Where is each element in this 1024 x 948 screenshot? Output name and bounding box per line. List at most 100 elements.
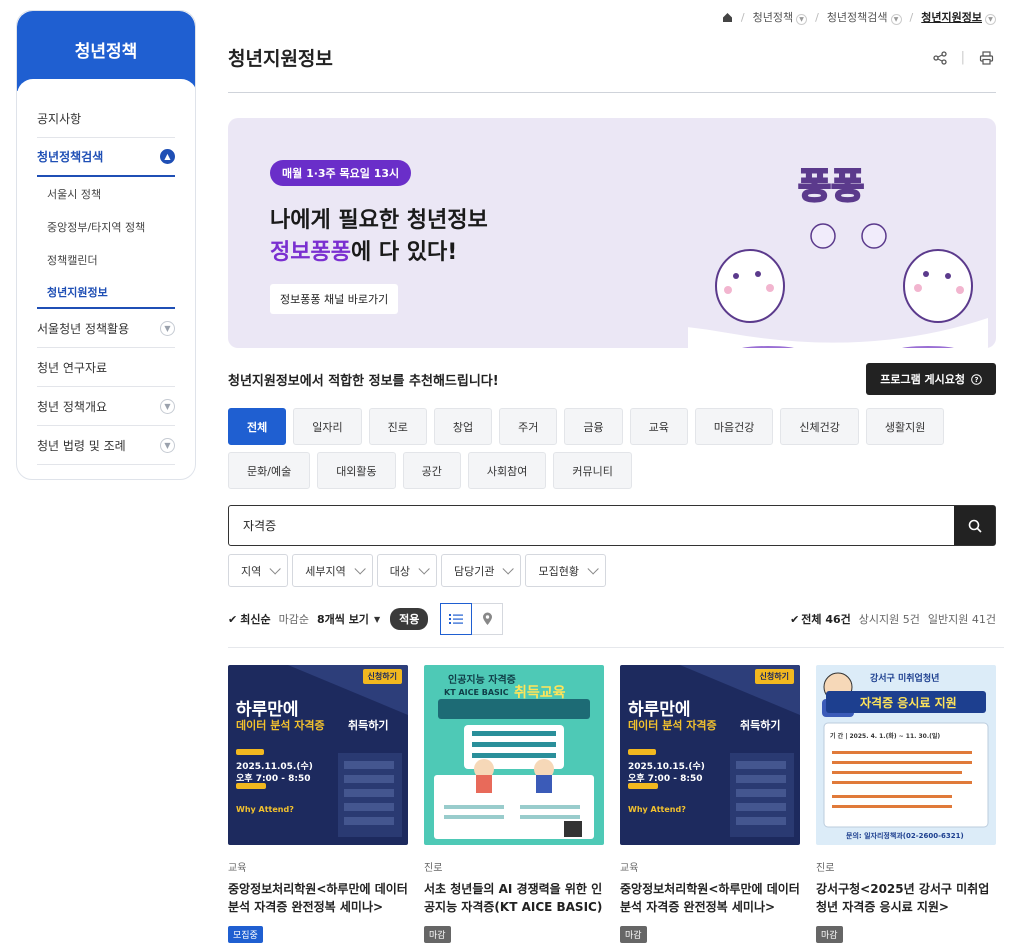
card-thumbnail[interactable]: 신청하기 하루만에 데이터 분석 자격증 취득하기 2025.11.05.(수)…	[228, 665, 408, 845]
banner-schedule-pill: 매월 1·3주 목요일 13시	[270, 160, 412, 186]
list-view-button[interactable]	[440, 603, 473, 635]
search-input[interactable]	[229, 506, 954, 545]
card-thumbnail[interactable]: 신청하기 하루만에 데이터 분석 자격증 취득하기 2025.10.15.(수)…	[620, 665, 800, 845]
chevron-down-icon	[502, 562, 515, 575]
sort-latest[interactable]: 최신순	[240, 611, 270, 627]
sidebar-item-notice[interactable]: 공지사항	[37, 99, 175, 138]
filter-label: 세부지역	[305, 564, 346, 578]
category-jobs[interactable]: 일자리	[293, 408, 362, 445]
card-title[interactable]: 강서구청<2025년 강서구 미취업청년 자격증 응시료 지원>	[816, 880, 996, 916]
sidebar-item-policy-use[interactable]: 서울청년 정책활용 ▼	[37, 309, 175, 348]
filter-subregion[interactable]: 세부지역	[292, 554, 373, 587]
print-icon[interactable]	[979, 50, 994, 65]
sidebar-item-law[interactable]: 청년 법령 및 조례 ▼	[37, 426, 175, 465]
sort-deadline[interactable]: 마감순	[279, 611, 309, 627]
banner-channel-button[interactable]: 정보퐁퐁 채널 바로가기	[270, 284, 399, 314]
svg-text:?: ?	[974, 376, 978, 384]
poster-headline: 인공지능 자격증	[448, 675, 516, 686]
home-icon[interactable]	[722, 12, 733, 23]
count-general[interactable]: 일반지원 41건	[928, 611, 996, 627]
category-physical-health[interactable]: 신체건강	[780, 408, 859, 445]
filter-region[interactable]: 지역	[228, 554, 289, 587]
category-culture-arts[interactable]: 문화/예술	[228, 452, 311, 489]
category-startup[interactable]: 창업	[433, 408, 493, 445]
map-view-button[interactable]	[471, 603, 504, 635]
card-category: 교육	[228, 863, 247, 874]
poster-subtitle-2: 취득교육	[514, 685, 566, 701]
title-tools: |	[932, 50, 994, 65]
sidebar-item-label: 공지사항	[37, 111, 82, 126]
check-icon: ✔	[228, 612, 238, 626]
category-housing[interactable]: 주거	[499, 408, 558, 445]
category-external-activities[interactable]: 대외활동	[317, 452, 396, 489]
sidebar-subitem-seoul-policy[interactable]: 서울시 정책	[37, 177, 175, 210]
list-item[interactable]: 인공지능 자격증 KT AICE BASIC 취득교육 진로 서초 청년들의 A…	[424, 665, 604, 943]
card-thumbnail[interactable]: 인공지능 자격증 KT AICE BASIC 취득교육	[424, 665, 604, 845]
program-request-button[interactable]: 프로그램 게시요청 ?	[866, 363, 996, 395]
breadcrumb-separator: /	[909, 10, 914, 24]
filter-status[interactable]: 모집현황	[525, 554, 606, 587]
category-all[interactable]: 전체	[228, 408, 287, 445]
sidebar-subitem-label: 중앙정부/타지역 정책	[47, 220, 146, 234]
promo-banner[interactable]: 매월 1·3주 목요일 13시 나에게 필요한 청년정보 정보퐁퐁에 다 있다!…	[228, 118, 996, 348]
search-button[interactable]	[954, 506, 995, 545]
category-space[interactable]: 공간	[402, 452, 461, 489]
chevron-down-icon[interactable]: ▼	[160, 437, 175, 453]
banner-subheadline: 정보퐁퐁에 다 있다!	[270, 234, 457, 266]
card-thumbnail[interactable]: 강서구 미취업청년 자격증 응시료 지원 기 간 | 2025. 4. 1.(화…	[816, 665, 996, 845]
poster-subtitle-2: 취득하기	[740, 719, 781, 732]
sidebar-subitem-central-policy[interactable]: 중앙정부/타지역 정책	[37, 210, 175, 243]
filter-agency[interactable]: 담당기관	[440, 554, 522, 587]
search-bar	[228, 505, 996, 546]
breadcrumb-item[interactable]: 청년정책 ▼	[752, 9, 808, 25]
category-community[interactable]: 커뮤니티	[553, 452, 632, 489]
chevron-down-icon[interactable]: ▼	[160, 398, 175, 414]
list-item[interactable]: 신청하기 하루만에 데이터 분석 자격증 취득하기 2025.11.05.(수)…	[228, 665, 408, 943]
chevron-down-icon[interactable]: ▼	[796, 14, 808, 25]
poster-tag: 신청하기	[754, 669, 794, 684]
sidebar-subitem-label: 청년지원정보	[47, 285, 108, 299]
sidebar-item-policy-search[interactable]: 청년정책검색 ▲	[37, 138, 175, 177]
caret-down-icon[interactable]: ▼	[374, 615, 380, 624]
banner-rest: 에 다 있다!	[350, 240, 458, 265]
category-mental-health[interactable]: 마음건강	[694, 408, 774, 445]
poster-headline: 강서구 미취업청년	[870, 674, 940, 684]
chevron-down-icon[interactable]: ▼	[890, 14, 902, 25]
category-finance[interactable]: 금융	[564, 408, 623, 445]
status-badge: 모집중	[228, 926, 263, 943]
program-request-label: 프로그램 게시요청	[880, 373, 965, 386]
status-badge: 마감	[620, 926, 647, 943]
list-item[interactable]: 신청하기 하루만에 데이터 분석 자격증 취득하기 2025.10.15.(수)…	[620, 665, 800, 943]
chevron-up-icon[interactable]: ▲	[160, 149, 175, 164]
chevron-down-icon[interactable]: ▼	[160, 320, 175, 336]
status-badge: 마감	[424, 926, 451, 943]
sidebar-item-research[interactable]: 청년 연구자료	[37, 348, 175, 387]
breadcrumb-item-current[interactable]: 청년지원정보 ▼	[921, 9, 996, 25]
card-title[interactable]: 중앙정보처리학원<하루만에 데이터 분석 자격증 완전정복 세미나>	[228, 880, 408, 916]
count-total[interactable]: 전체 46건	[801, 611, 851, 627]
count-always[interactable]: 상시지원 5건	[859, 611, 920, 627]
poster-graphic	[628, 665, 800, 837]
filter-target[interactable]: 대상	[376, 554, 437, 587]
category-career[interactable]: 진로	[368, 408, 427, 445]
breadcrumb-label: 청년정책	[752, 11, 794, 24]
category-living-support[interactable]: 생활지원	[865, 408, 945, 445]
sidebar-item-label: 청년정책검색	[37, 150, 104, 164]
card-title[interactable]: 서초 청년들의 AI 경쟁력을 위한 인공지능 자격증(KT AICE BASI…	[424, 880, 604, 916]
list-item[interactable]: 강서구 미취업청년 자격증 응시료 지원 기 간 | 2025. 4. 1.(화…	[816, 665, 996, 943]
sidebar-subitem-label: 정책캘린더	[47, 253, 98, 267]
sidebar-subitem-support-info[interactable]: 청년지원정보	[37, 276, 175, 309]
per-page-select[interactable]: 8개씩 보기	[317, 611, 369, 627]
category-social[interactable]: 사회참여	[467, 452, 547, 489]
chevron-down-icon[interactable]: ▼	[985, 14, 996, 25]
category-education[interactable]: 교육	[629, 408, 688, 445]
sidebar-subitem-calendar[interactable]: 정책캘린더	[37, 243, 175, 276]
card-title[interactable]: 중앙정보처리학원<하루만에 데이터 분석 자격증 완전정복 세미나>	[620, 880, 800, 916]
poster-subtitle: 데이터 분석 자격증	[236, 719, 325, 732]
sidebar-item-overview[interactable]: 청년 정책개요 ▼	[37, 387, 175, 426]
filter-label: 대상	[389, 564, 410, 578]
apply-button[interactable]: 적용	[390, 608, 429, 630]
breadcrumb-item[interactable]: 청년정책검색 ▼	[827, 9, 902, 25]
card-category: 교육	[620, 863, 639, 874]
share-icon[interactable]	[932, 50, 947, 65]
